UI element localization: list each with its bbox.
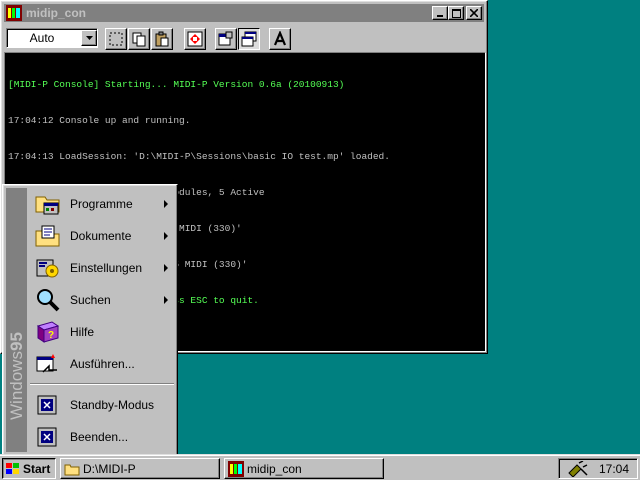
menu-item-suchen[interactable]: Suchen <box>28 284 176 316</box>
console-line: [MIDI-P Console] Starting... MIDI-P Vers… <box>8 79 345 90</box>
window-title: midip_con <box>26 6 87 20</box>
font-size-value: Auto <box>29 31 55 45</box>
console-toolbar: Auto <box>4 25 484 51</box>
maximize-icon <box>451 8 461 18</box>
shutdown-icon <box>34 423 62 451</box>
find-icon <box>34 286 62 314</box>
close-button[interactable] <box>466 6 482 20</box>
properties-icon <box>218 31 233 46</box>
copy-button[interactable] <box>128 28 150 50</box>
folder-icon <box>64 461 80 477</box>
font-icon <box>273 31 287 46</box>
mark-icon <box>109 32 123 46</box>
console-app-icon <box>228 460 244 477</box>
menu-item-einstellungen[interactable]: Einstellungen <box>28 252 176 284</box>
power-plug-icon[interactable] <box>567 460 589 477</box>
menu-item-ausfuehren[interactable]: Ausführen... <box>28 348 176 380</box>
menu-item-hilfe[interactable]: ? Hilfe <box>28 316 176 348</box>
properties-button[interactable] <box>215 28 237 50</box>
font-button[interactable] <box>269 28 291 50</box>
svg-text:?: ? <box>48 330 54 341</box>
menu-item-dokumente[interactable]: Dokumente <box>28 220 176 252</box>
submenu-arrow-icon <box>164 200 168 208</box>
taskbar-button-folder[interactable]: D:\MIDI-P <box>60 458 220 479</box>
paste-icon <box>155 31 169 47</box>
console-line: 17:04:12 Console up and running. <box>8 115 191 126</box>
fullscreen-button[interactable] <box>184 28 206 50</box>
fullscreen-icon <box>187 31 203 47</box>
menu-item-programme[interactable]: Programme <box>28 188 176 220</box>
console-app-icon <box>6 5 22 21</box>
programs-icon <box>34 190 62 218</box>
maximize-button[interactable] <box>448 6 464 20</box>
system-tray: 17:04 <box>558 458 638 479</box>
close-icon <box>470 9 478 17</box>
taskbar: Start D:\MIDI-P midip_con 17:04 <box>0 454 640 480</box>
menu-separator <box>30 383 174 385</box>
mark-button[interactable] <box>105 28 127 50</box>
submenu-arrow-icon <box>164 232 168 240</box>
run-icon <box>34 350 62 378</box>
submenu-arrow-icon <box>164 264 168 272</box>
start-menu-banner: Windows 95 <box>6 188 27 452</box>
background-button[interactable] <box>238 28 260 50</box>
documents-icon <box>34 222 62 250</box>
font-size-select[interactable]: Auto <box>6 28 98 48</box>
start-menu: Windows 95 Programme Dokumente Einstellun… <box>2 184 178 456</box>
console-line: 17:04:13 LoadSession: 'D:\MIDI-P\Session… <box>8 151 390 162</box>
start-label: Start <box>23 461 51 476</box>
menu-item-beenden[interactable]: Beenden... <box>28 421 176 453</box>
start-button[interactable]: Start <box>2 458 56 479</box>
menu-item-standby[interactable]: Standby-Modus <box>28 389 176 421</box>
copy-icon <box>132 32 146 47</box>
background-icon <box>241 31 257 47</box>
windows-brand: Windows 95 <box>7 332 26 420</box>
standby-icon <box>34 391 62 419</box>
dropdown-arrow-icon[interactable] <box>81 30 97 46</box>
clock[interactable]: 17:04 <box>599 462 629 476</box>
submenu-arrow-icon <box>164 296 168 304</box>
help-icon: ? <box>34 318 62 346</box>
window-title-bar[interactable]: midip_con <box>4 4 484 22</box>
minimize-button[interactable] <box>432 6 448 20</box>
settings-icon <box>34 254 62 282</box>
taskbar-button-midip-con[interactable]: midip_con <box>224 458 384 479</box>
minimize-icon <box>437 15 443 17</box>
paste-button[interactable] <box>151 28 173 50</box>
windows-logo-icon <box>6 462 19 474</box>
